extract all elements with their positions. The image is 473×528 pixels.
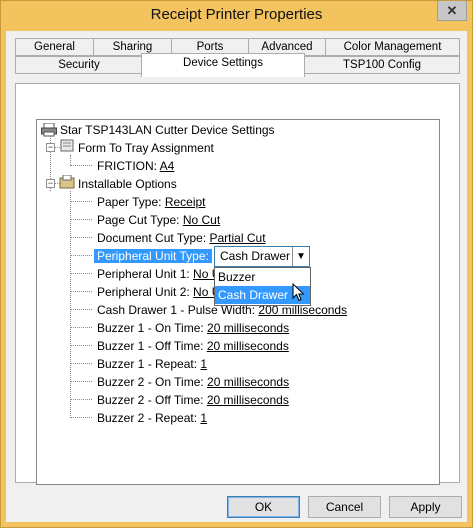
window-title: Receipt Printer Properties — [150, 6, 323, 23]
installable-options-icon — [59, 175, 75, 189]
collapse-icon[interactable]: − — [46, 143, 55, 152]
tab-security[interactable]: Security — [15, 56, 143, 74]
friction-value[interactable]: A4 — [160, 159, 175, 173]
item-value[interactable]: No Cut — [183, 213, 220, 227]
tree-item-paper-type[interactable]: Paper Type: Receipt — [97, 194, 206, 210]
close-button[interactable]: ✕ — [437, 1, 467, 21]
tree-line — [70, 363, 92, 364]
item-value[interactable]: Receipt — [165, 195, 206, 209]
tree-line — [70, 399, 92, 400]
item-value[interactable]: 20 milliseconds — [207, 375, 289, 389]
item-label: Paper Type: — [97, 195, 165, 209]
properties-window: Receipt Printer Properties ✕ General Sha… — [0, 0, 473, 528]
item-value[interactable]: 20 milliseconds — [207, 393, 289, 407]
item-label: Buzzer 2 - On Time: — [97, 375, 208, 389]
tree-item-document-cut-type[interactable]: Document Cut Type: Partial Cut — [97, 230, 266, 246]
tab-general[interactable]: General — [15, 38, 94, 56]
title-bar[interactable]: Receipt Printer Properties ✕ — [1, 1, 472, 31]
friction-label: FRICTION: — [97, 159, 160, 173]
tree-line — [70, 345, 92, 346]
tree-item-page-cut-type[interactable]: Page Cut Type: No Cut — [97, 212, 220, 228]
dialog-client: General Sharing Ports Advanced Color Man… — [6, 31, 467, 522]
item-label: Buzzer 2 - Off Time: — [97, 393, 207, 407]
device-settings-panel: Star TSP143LAN Cutter Device Settings − … — [15, 83, 460, 485]
tree-line — [70, 219, 92, 220]
item-label: Peripheral Unit 1: — [97, 267, 194, 281]
item-value[interactable]: 1 — [200, 357, 207, 371]
apply-button[interactable]: Apply — [389, 496, 462, 518]
item-label: Buzzer 1 - On Time: — [97, 321, 208, 335]
close-icon: ✕ — [446, 2, 458, 18]
tree-line — [70, 165, 92, 166]
combo-selected-value: Cash Drawer — [220, 249, 291, 263]
tree-line — [70, 155, 71, 165]
item-label: Buzzer 1 - Repeat: — [97, 357, 201, 371]
ok-button[interactable]: OK — [227, 496, 300, 518]
tree-line — [70, 255, 92, 256]
item-value[interactable]: 20 milliseconds — [207, 321, 289, 335]
tree-line — [70, 191, 71, 416]
cancel-button[interactable]: Cancel — [308, 496, 381, 518]
item-label: Buzzer 1 - Off Time: — [97, 339, 207, 353]
tree-node-form-to-tray[interactable]: Form To Tray Assignment — [78, 140, 214, 156]
device-settings-tree[interactable]: Star TSP143LAN Cutter Device Settings − … — [36, 119, 440, 485]
tree-item-peripheral-unit-1[interactable]: Peripheral Unit 1: No U — [97, 266, 220, 282]
item-value[interactable]: 20 milliseconds — [207, 339, 289, 353]
item-label: Buzzer 2 - Repeat: — [97, 411, 201, 425]
tree-root-label[interactable]: Star TSP143LAN Cutter Device Settings — [60, 122, 275, 138]
tree-item-buzzer2-repeat[interactable]: Buzzer 2 - Repeat: 1 — [97, 410, 207, 426]
item-value[interactable]: 1 — [200, 411, 207, 425]
tree-line — [70, 327, 92, 328]
item-label-selected: Peripheral Unit Type: — [94, 249, 212, 263]
tree-line — [70, 237, 92, 238]
tree-line — [70, 201, 92, 202]
item-value[interactable]: Partial Cut — [210, 231, 266, 245]
form-tray-icon — [60, 139, 74, 152]
tree-line — [70, 381, 92, 382]
tree-line — [70, 291, 92, 292]
tab-tsp100-config[interactable]: TSP100 Config — [304, 56, 460, 74]
tree-line — [70, 273, 92, 274]
tab-color-management[interactable]: Color Management — [325, 38, 460, 56]
chevron-down-icon[interactable]: ▼ — [292, 247, 309, 266]
item-label: Document Cut Type: — [97, 231, 210, 245]
tree-item-buzzer1-off[interactable]: Buzzer 1 - Off Time: 20 milliseconds — [97, 338, 289, 354]
tree-item-buzzer1-on[interactable]: Buzzer 1 - On Time: 20 milliseconds — [97, 320, 289, 336]
mouse-cursor-icon — [292, 283, 305, 302]
tree-line — [70, 417, 92, 418]
tree-item-friction[interactable]: FRICTION: A4 — [97, 158, 174, 174]
tree-item-buzzer2-off[interactable]: Buzzer 2 - Off Time: 20 milliseconds — [97, 392, 289, 408]
tree-line — [70, 309, 92, 310]
peripheral-unit-type-combo[interactable]: Cash Drawer ▼ — [214, 246, 310, 267]
collapse-icon[interactable]: − — [46, 179, 55, 188]
tab-device-settings[interactable]: Device Settings — [141, 53, 305, 77]
tree-item-peripheral-unit-2[interactable]: Peripheral Unit 2: No U — [97, 284, 220, 300]
item-label: Page Cut Type: — [97, 213, 183, 227]
tree-item-buzzer2-on[interactable]: Buzzer 2 - On Time: 20 milliseconds — [97, 374, 289, 390]
tree-item-peripheral-unit-type[interactable]: Peripheral Unit Type: — [94, 248, 212, 264]
tree-node-installable-options[interactable]: Installable Options — [78, 176, 177, 192]
tree-item-buzzer1-repeat[interactable]: Buzzer 1 - Repeat: 1 — [97, 356, 207, 372]
item-label: Peripheral Unit 2: — [97, 285, 194, 299]
printer-icon — [41, 123, 57, 137]
